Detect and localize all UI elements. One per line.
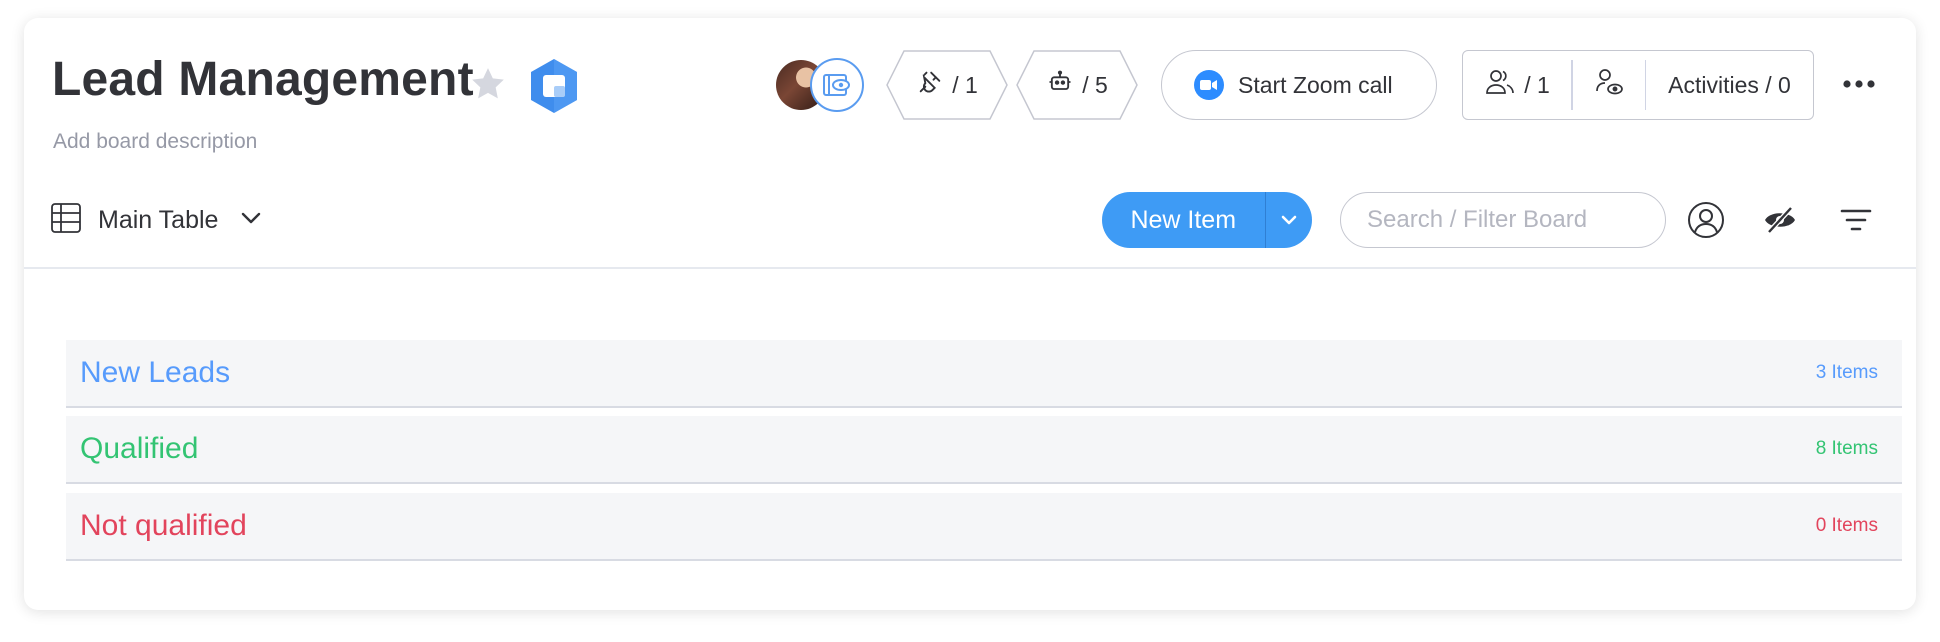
group-item-count: 8 Items [1815, 438, 1878, 459]
members-button[interactable]: / 1 [1463, 51, 1571, 119]
members-count: / 1 [1524, 71, 1550, 98]
board-container: Lead Management Add board description / … [24, 18, 1916, 610]
board-description[interactable]: Add board description [53, 130, 257, 154]
integrations-count: / 1 [952, 71, 978, 98]
automations-count: / 5 [1082, 71, 1108, 98]
more-options-icon[interactable] [1842, 74, 1876, 94]
activities-button[interactable]: Activities / 0 [1646, 51, 1813, 119]
integrations-button[interactable]: / 1 [886, 50, 1008, 120]
group-item-count: 3 Items [1815, 362, 1878, 383]
table-view-icon [50, 202, 82, 239]
toolbar-divider [24, 267, 1916, 269]
zoom-label: Start Zoom call [1238, 71, 1393, 98]
board-stats: / 1 Activities / 0 [1462, 50, 1814, 120]
view-label: Main Table [98, 206, 219, 234]
start-zoom-call-button[interactable]: Start Zoom call [1161, 50, 1437, 120]
hide-columns-icon[interactable] [1760, 200, 1800, 240]
group-title[interactable]: New Leads [80, 356, 230, 390]
board-logo-icon[interactable] [526, 56, 582, 116]
chevron-down-icon[interactable] [1266, 192, 1312, 248]
activities-label: Activities / 0 [1668, 71, 1791, 98]
new-item-label[interactable]: New Item [1102, 192, 1265, 248]
group-new-leads[interactable]: New Leads 3 Items [66, 340, 1902, 408]
group-title[interactable]: Not qualified [80, 509, 247, 543]
group-title[interactable]: Qualified [80, 432, 198, 466]
members-icon [1484, 68, 1516, 102]
viewer-eye-icon[interactable] [810, 58, 864, 112]
group-item-count: 0 Items [1815, 515, 1878, 536]
board-title[interactable]: Lead Management [52, 52, 474, 107]
guest-access-button[interactable] [1573, 51, 1645, 119]
sort-filter-icon[interactable] [1836, 200, 1876, 240]
search-input[interactable] [1340, 192, 1666, 248]
automations-button[interactable]: / 5 [1016, 50, 1138, 120]
person-filter-icon[interactable] [1686, 200, 1726, 240]
group-not-qualified[interactable]: Not qualified 0 Items [66, 493, 1902, 561]
integrations-plug-icon [916, 68, 944, 102]
star-icon[interactable] [468, 64, 508, 104]
group-qualified[interactable]: Qualified 8 Items [66, 416, 1902, 484]
automations-robot-icon [1046, 68, 1074, 102]
zoom-camera-icon [1194, 70, 1224, 100]
chevron-down-icon[interactable] [240, 211, 262, 230]
new-item-button[interactable]: New Item [1102, 192, 1312, 248]
board-subscribers[interactable] [776, 58, 866, 114]
guest-access-icon [1593, 67, 1625, 103]
view-selector[interactable]: Main Table [50, 202, 262, 239]
